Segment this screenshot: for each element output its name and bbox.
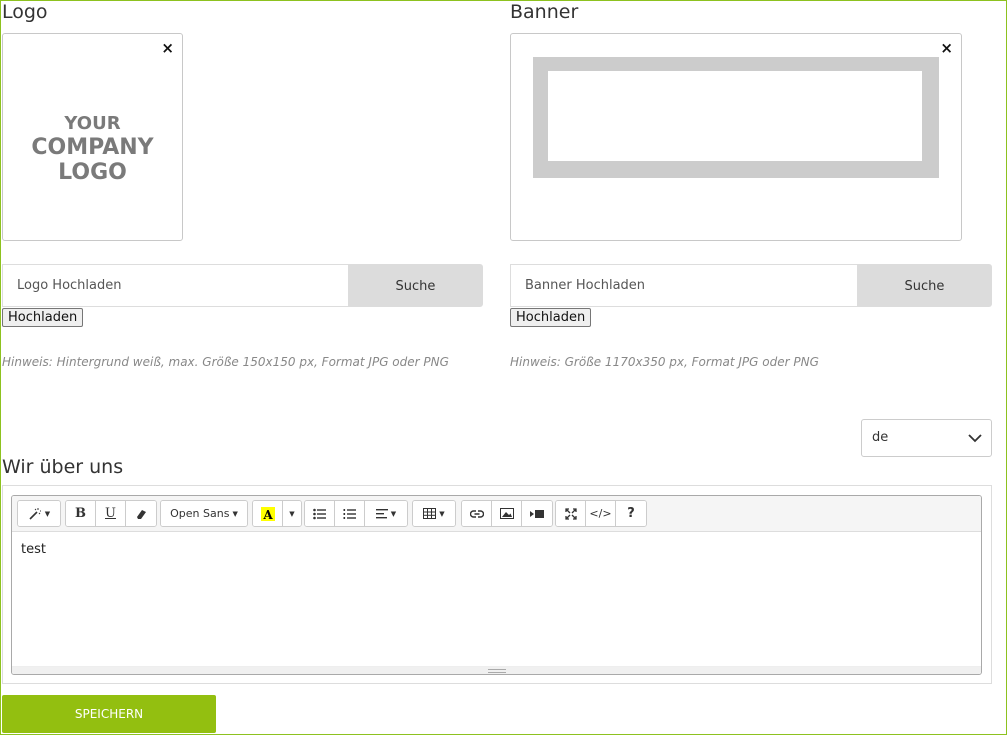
fullscreen-button[interactable]: [556, 501, 586, 526]
logo-file-input[interactable]: Logo Hochladen: [2, 264, 349, 307]
expand-icon: [564, 507, 577, 520]
bullet-list-icon: [313, 508, 326, 519]
banner-placeholder-image: [533, 57, 939, 178]
logo-placeholder-line-2: COMPANY: [31, 134, 154, 160]
about-editor-container: ▼ B U Open Sans ▼ A ▼ ▼ ▼ </> ? test: [2, 485, 992, 684]
logo-title: Logo: [2, 1, 48, 23]
video-icon: [530, 509, 544, 518]
font-name-group: Open Sans ▼: [160, 500, 248, 527]
banner-upload-button[interactable]: Hochladen: [510, 308, 592, 327]
style-group: ▼: [17, 500, 61, 527]
language-select-value: de: [872, 430, 889, 445]
magic-wand-icon: [29, 507, 41, 520]
logo-placeholder-image: YOUR COMPANY LOGO: [3, 113, 182, 185]
banner-browse-button[interactable]: Suche: [857, 264, 992, 307]
ordered-list-button[interactable]: [335, 501, 365, 526]
bold-button[interactable]: B: [66, 501, 96, 526]
rich-text-editor: ▼ B U Open Sans ▼ A ▼ ▼ ▼ </> ? test: [11, 495, 982, 675]
banner-file-input[interactable]: Banner Hochladen: [510, 264, 858, 307]
logo-remove-icon[interactable]: ×: [161, 41, 174, 56]
font-name-dropdown[interactable]: Open Sans ▼: [161, 501, 247, 526]
logo-placeholder-line-3: LOGO: [58, 159, 127, 185]
paragraph-group: ▼: [304, 500, 408, 527]
save-button[interactable]: SPEICHERN: [2, 695, 216, 733]
font-style-group: B U: [65, 500, 157, 527]
unordered-list-button[interactable]: [305, 501, 335, 526]
text-color-button[interactable]: A: [253, 501, 283, 526]
table-dropdown[interactable]: ▼: [413, 501, 455, 526]
link-icon: [469, 509, 484, 518]
text-color-dropdown[interactable]: ▼: [283, 501, 301, 526]
logo-hint: Hinweis: Hintergrund weiß, max. Größe 15…: [2, 355, 449, 369]
align-dropdown[interactable]: ▼: [365, 501, 407, 526]
code-view-button[interactable]: </>: [586, 501, 616, 526]
numbered-list-icon: [343, 508, 356, 519]
editor-content[interactable]: test: [12, 532, 981, 666]
logo-upload-button[interactable]: Hochladen: [2, 308, 84, 327]
resize-grip-icon: [487, 669, 506, 673]
color-group: A ▼: [252, 500, 302, 527]
logo-placeholder-line-1: YOUR: [64, 113, 121, 134]
align-left-icon: [375, 508, 388, 518]
font-color-icon: A: [260, 506, 275, 521]
video-button[interactable]: [522, 501, 552, 526]
editor-toolbar: ▼ B U Open Sans ▼ A ▼ ▼ ▼ </> ?: [12, 496, 981, 532]
insert-group: [461, 500, 553, 527]
banner-placeholder-inner: [548, 71, 922, 161]
clear-format-button[interactable]: [126, 501, 156, 526]
language-select[interactable]: de: [861, 419, 992, 457]
magic-style-button[interactable]: ▼: [18, 501, 60, 526]
banner-hint: Hinweis: Größe 1170x350 px, Format JPG o…: [510, 355, 819, 369]
eraser-icon: [137, 509, 146, 519]
svg-text:A: A: [262, 508, 273, 521]
underline-button[interactable]: U: [96, 501, 126, 526]
about-title: Wir über uns: [2, 456, 124, 478]
banner-title: Banner: [510, 1, 579, 23]
image-icon: [499, 508, 514, 519]
logo-browse-button[interactable]: Suche: [348, 264, 483, 307]
help-button[interactable]: ?: [616, 501, 646, 526]
editor-resize-handle[interactable]: [12, 666, 981, 674]
banner-remove-icon[interactable]: ×: [940, 41, 953, 56]
table-icon: [423, 508, 437, 519]
logo-preview: × YOUR COMPANY LOGO: [2, 33, 183, 241]
chevron-down-icon: [968, 434, 982, 443]
banner-preview: ×: [510, 33, 962, 241]
font-name-label: Open Sans: [170, 507, 230, 520]
view-group: </> ?: [555, 500, 647, 527]
picture-button[interactable]: [492, 501, 522, 526]
link-button[interactable]: [462, 501, 492, 526]
table-group: ▼: [412, 500, 456, 527]
